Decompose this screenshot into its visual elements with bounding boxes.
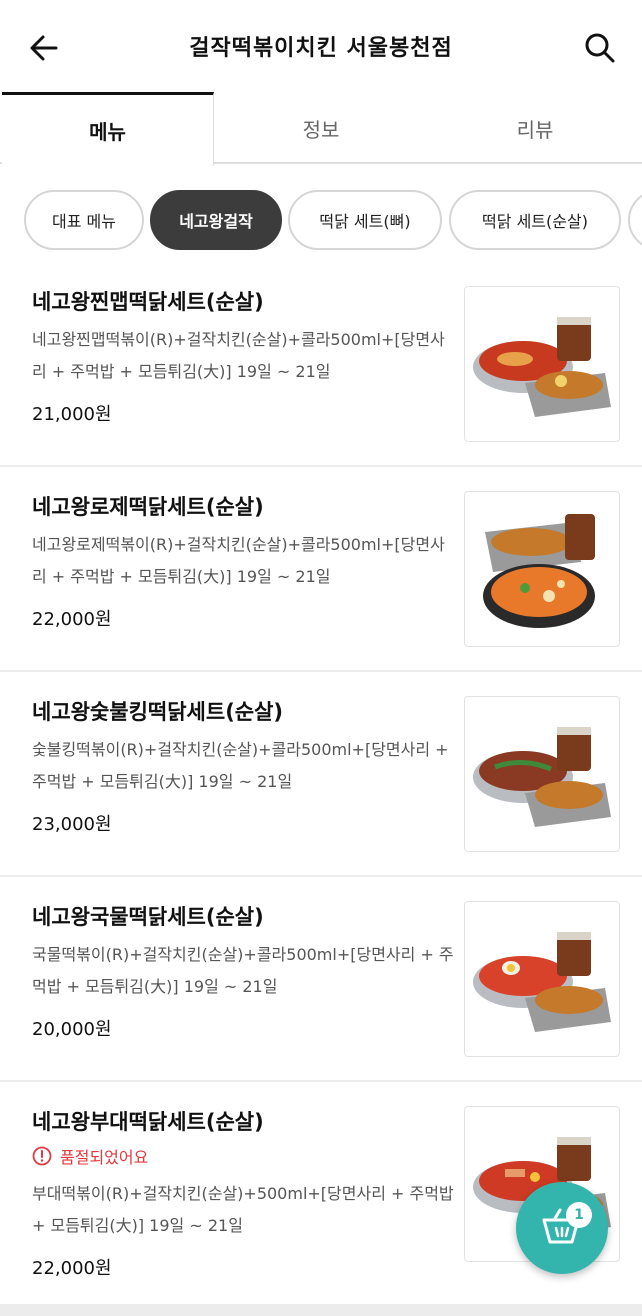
menu-item-name: 네고왕부대떡닭세트(순살): [32, 1110, 264, 1134]
menu-item-name: 네고왕숯불킹떡닭세트(순살): [32, 700, 284, 724]
menu-item-name: 네고왕로제떡닭세트(순살): [32, 495, 264, 519]
soldout-label: 품절되었어요: [60, 1148, 149, 1167]
menu-item-image: [464, 286, 620, 442]
search-button[interactable]: [578, 28, 622, 68]
chip-tteokdak-set-boneless[interactable]: 떡닭 세트(순살): [449, 190, 621, 250]
chip-more[interactable]: [628, 190, 642, 250]
page-title: 걸작떡볶이치킨 서울봉천점: [189, 36, 453, 61]
menu-item-description: 국물떡볶이(R)+걸작치킨(순살)+콜라500ml+[당면사리 + 주먹밥 + …: [32, 945, 454, 996]
menu-item-price: 21,000원: [32, 404, 112, 425]
menu-item-price: 20,000원: [32, 1019, 112, 1040]
menu-list: 네고왕찐맵떡닭세트(순살) 네고왕찐맵떡볶이(R)+걸작치킨(순살)+콜라500…: [0, 262, 642, 1302]
menu-item-image: [464, 901, 620, 1057]
menu-item-description: 부대떡볶이(R)+걸작치킨(순살)+500ml+[당면사리 + 주먹밥 + 모듬…: [32, 1184, 454, 1235]
tab-reviews[interactable]: 리뷰: [428, 92, 642, 164]
menu-item[interactable]: 네고왕로제떡닭세트(순살) 네고왕로제떡볶이(R)+걸작치킨(순살)+콜라500…: [0, 467, 642, 672]
menu-item-image: [464, 491, 620, 647]
menu-item[interactable]: 네고왕숯불킹떡닭세트(순살) 숯불킹떡볶이(R)+걸작치킨(순살)+콜라500m…: [0, 672, 642, 877]
tab-menu[interactable]: 메뉴: [2, 92, 214, 166]
top-app-bar: 걸작떡볶이치킨 서울봉천점: [0, 0, 642, 92]
chip-negowang-geoljak[interactable]: 네고왕걸작: [150, 190, 282, 250]
chip-featured-menu[interactable]: 대표 메뉴: [24, 190, 144, 250]
menu-item[interactable]: 네고왕국물떡닭세트(순살) 국물떡볶이(R)+걸작치킨(순살)+콜라500ml+…: [0, 877, 642, 1082]
menu-item-name: 네고왕국물떡닭세트(순살): [32, 905, 264, 929]
store-tabs: 메뉴 정보 리뷰: [0, 92, 642, 166]
tab-info[interactable]: 정보: [214, 92, 428, 164]
menu-item-name: 네고왕찐맵떡닭세트(순살): [32, 290, 264, 314]
soldout-notice: 품절되었어요: [32, 1144, 148, 1168]
menu-item-description: 네고왕로제떡볶이(R)+걸작치킨(순살)+콜라500ml+[당면사리 + 주먹밥…: [32, 535, 445, 586]
category-chip-bar: 대표 메뉴 네고왕걸작 떡닭 세트(뼈) 떡닭 세트(순살): [0, 164, 642, 276]
menu-item-price: 23,000원: [32, 814, 112, 835]
alert-circle-icon: [32, 1146, 52, 1166]
cart-button[interactable]: 1: [516, 1182, 608, 1274]
cart-count-badge: 1: [566, 1202, 592, 1228]
bottom-divider: [0, 1304, 642, 1316]
menu-item-image: [464, 696, 620, 852]
menu-item-price: 22,000원: [32, 1258, 112, 1279]
menu-item[interactable]: 네고왕찐맵떡닭세트(순살) 네고왕찐맵떡볶이(R)+걸작치킨(순살)+콜라500…: [0, 262, 642, 467]
menu-item-description: 네고왕찐맵떡볶이(R)+걸작치킨(순살)+콜라500ml+[당면사리 + 주먹밥…: [32, 330, 445, 381]
menu-item-price: 22,000원: [32, 609, 112, 630]
search-icon: [585, 33, 615, 63]
menu-item-description: 숯불킹떡볶이(R)+걸작치킨(순살)+콜라500ml+[당면사리 + 주먹밥 +…: [32, 740, 449, 791]
chip-tteokdak-set-bone[interactable]: 떡닭 세트(뼈): [288, 190, 442, 250]
